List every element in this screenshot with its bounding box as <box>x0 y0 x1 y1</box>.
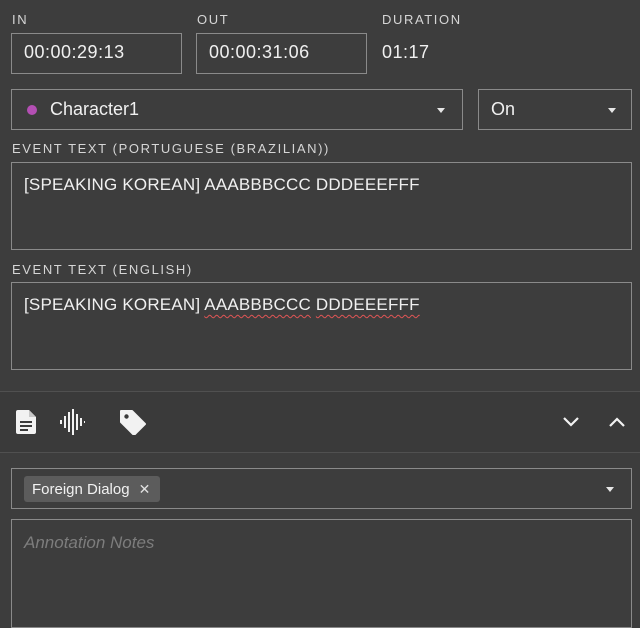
annotation-toolbar <box>0 392 640 452</box>
character-select[interactable]: Character1 <box>11 89 463 130</box>
annotation-notes-field[interactable]: Annotation Notes <box>11 519 632 628</box>
chevron-down-icon <box>608 108 616 113</box>
character-selected-value: Character1 <box>50 99 140 119</box>
out-timecode-value: 00:00:31:06 <box>209 42 310 62</box>
toggle-selected-value: On <box>491 99 516 119</box>
event-text-portuguese-label: EVENT TEXT (PORTUGUESE (BRAZILIAN)) <box>12 141 330 156</box>
tag-chip: Foreign Dialog ✕ <box>24 476 161 502</box>
misspelled-word[interactable]: AAABBBCCC <box>204 295 311 314</box>
chevron-down-icon <box>606 487 614 492</box>
event-text-portuguese-value: [SPEAKING KOREAN] AAABBBCCC DDDEEEFFF <box>24 175 420 194</box>
in-timecode-value: 00:00:29:13 <box>24 42 125 62</box>
annotation-notes-placeholder: Annotation Notes <box>24 533 155 552</box>
duration-label: DURATION <box>382 12 462 27</box>
out-label: OUT <box>197 12 230 27</box>
tag-select[interactable]: Foreign Dialog ✕ <box>11 468 632 509</box>
misspelled-word[interactable]: DDDEEEFFF <box>316 295 420 314</box>
in-timecode-field[interactable]: 00:00:29:13 <box>11 33 182 74</box>
toolbar-bottom-divider <box>0 452 640 453</box>
waveform-icon[interactable] <box>58 409 86 435</box>
toggle-select[interactable]: On <box>478 89 632 130</box>
tag-icon[interactable] <box>118 408 148 436</box>
event-text-english-label: EVENT TEXT (ENGLISH) <box>12 262 193 277</box>
event-text-english-field[interactable]: [SPEAKING KOREAN] AAABBBCCC DDDEEEFFF <box>11 282 632 370</box>
character-color-dot <box>27 105 37 115</box>
chevron-up-icon[interactable] <box>606 412 628 432</box>
out-timecode-field[interactable]: 00:00:31:06 <box>196 33 367 74</box>
chevron-down-icon[interactable] <box>560 412 582 432</box>
tag-chip-label: Foreign Dialog <box>32 480 130 498</box>
event-text-portuguese-field[interactable]: [SPEAKING KOREAN] AAABBBCCC DDDEEEFFF <box>11 162 632 250</box>
event-text-english-prefix: [SPEAKING KOREAN] <box>24 295 201 314</box>
chevron-down-icon <box>437 108 445 113</box>
in-label: IN <box>12 12 29 27</box>
duration-value: 01:17 <box>382 42 430 62</box>
close-icon[interactable]: ✕ <box>139 482 151 496</box>
document-icon[interactable] <box>14 409 38 435</box>
event-text-english-value: [SPEAKING KOREAN] AAABBBCCC DDDEEEFFF <box>24 295 420 315</box>
